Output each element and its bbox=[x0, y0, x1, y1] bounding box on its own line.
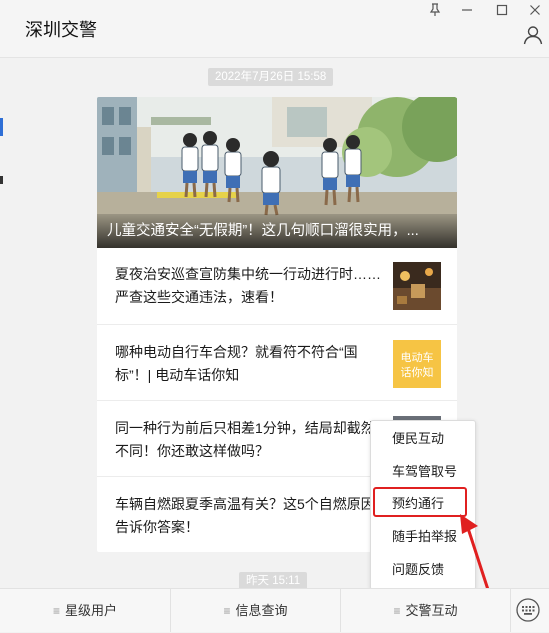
left-edge-fragment bbox=[0, 58, 6, 258]
service-popup-menu: 便民互动 车驾管取号 预约通行 随手拍举报 问题反馈 bbox=[370, 420, 476, 590]
tab-star-user[interactable]: ≡ 星级用户 bbox=[0, 589, 171, 632]
menu-lines-icon: ≡ bbox=[223, 604, 231, 618]
list-item[interactable]: 夏夜治安巡查宣防集中统一行动进行时……严查这些交通违法，速看！ bbox=[97, 248, 457, 324]
hero-article[interactable]: 儿童交通安全“无假期”！这几句顺口溜很实用，... bbox=[97, 97, 457, 248]
tab-label: 交警互动 bbox=[405, 603, 458, 618]
tab-police-interaction[interactable]: ≡ 交警互动 bbox=[341, 589, 511, 632]
bottom-menu-bar: ≡ 星级用户 ≡ 信息查询 ≡ 交警互动 bbox=[0, 588, 549, 632]
article-title: 哪种电动自行车合规？就看符不符合“国标”！| 电动车话你知 bbox=[115, 344, 358, 383]
article-title: 同一种行为前后只相差1分钟，结局却截然不同！你还敢这样做吗？ bbox=[115, 420, 375, 459]
menu-item-vehicle-queue[interactable]: 车驾管取号 bbox=[371, 456, 475, 488]
close-icon[interactable] bbox=[520, 0, 549, 20]
tab-label: 信息查询 bbox=[235, 603, 288, 618]
minimize-icon[interactable] bbox=[452, 0, 482, 20]
menu-item-feedback[interactable]: 问题反馈 bbox=[371, 554, 475, 586]
article-title: 夏夜治安巡查宣防集中统一行动进行时……严查这些交通违法，速看！ bbox=[115, 266, 381, 305]
menu-item-convenience[interactable]: 便民互动 bbox=[371, 423, 475, 455]
article-title: 车辆自燃跟夏季高温有关？这5个自燃原因告诉你答案！ bbox=[115, 496, 375, 535]
window-title: 深圳交警 bbox=[25, 20, 97, 40]
article-thumbnail: 电动车 话你知 bbox=[393, 340, 441, 388]
title-bar: 深圳交警 bbox=[0, 0, 549, 58]
timestamp-chip: 2022年7月26日 15:58 bbox=[208, 68, 334, 86]
tab-label: 星级用户 bbox=[65, 603, 118, 618]
menu-item-snapshot-report[interactable]: 随手拍举报 bbox=[371, 521, 475, 553]
svg-text:话你知: 话你知 bbox=[401, 365, 434, 379]
article-thumbnail bbox=[393, 262, 441, 310]
menu-item-appointment-pass[interactable]: 预约通行 bbox=[371, 488, 475, 520]
pin-icon[interactable] bbox=[420, 0, 450, 20]
menu-lines-icon: ≡ bbox=[52, 604, 60, 618]
person-icon[interactable] bbox=[522, 24, 544, 46]
hero-caption: 儿童交通安全“无假期”！这几句顺口溜很实用，... bbox=[97, 214, 457, 248]
maximize-icon[interactable] bbox=[487, 0, 517, 20]
keyboard-icon[interactable] bbox=[515, 597, 541, 623]
thumb-text: 电动车 bbox=[401, 350, 434, 364]
tab-info-query[interactable]: ≡ 信息查询 bbox=[171, 589, 341, 632]
menu-lines-icon: ≡ bbox=[393, 604, 401, 618]
list-item[interactable]: 哪种电动自行车合规？就看符不符合“国标”！| 电动车话你知 电动车 话你知 bbox=[97, 324, 457, 400]
